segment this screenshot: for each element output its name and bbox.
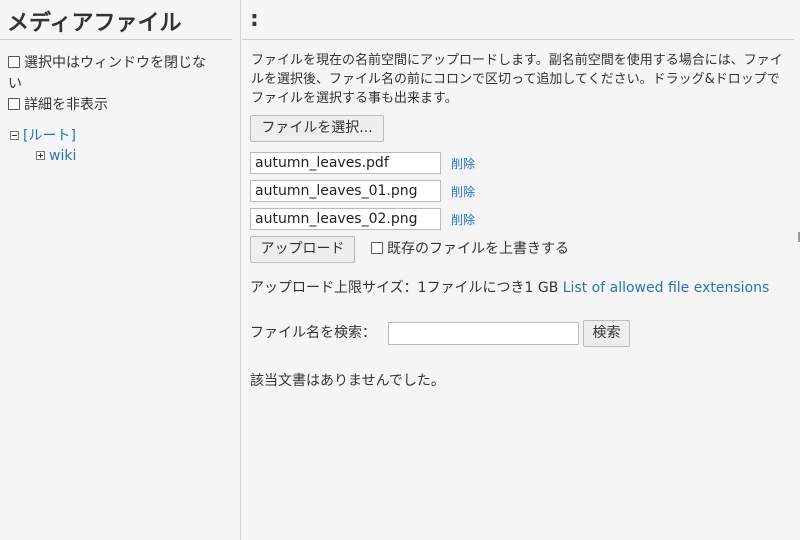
tree-item-wiki-link[interactable]: wiki (49, 148, 76, 164)
search-input[interactable] (388, 322, 579, 345)
search-button[interactable]: 検索 (583, 320, 630, 347)
no-results-text: 該当文書はありませんでした。 (250, 373, 445, 389)
tree-root-link[interactable]: [ルート] (23, 128, 76, 144)
close-window-label: 選択中はウィンドウを閉じな (24, 55, 206, 71)
overwrite-option[interactable]: 既存のファイルを上書きする (371, 240, 569, 258)
delete-file-link[interactable]: 削除 (451, 183, 475, 200)
overwrite-label: 既存のファイルを上書きする (387, 241, 569, 257)
file-name-field[interactable]: autumn_leaves_01.png (250, 180, 441, 202)
hide-details-label: 詳細を非表示 (24, 97, 108, 113)
upload-button[interactable]: アップロード (250, 236, 355, 263)
expand-icon[interactable] (36, 151, 45, 160)
close-window-label-cont: い (8, 76, 22, 92)
media-main-panel: : ファイルを現在の名前空間にアップロードします。副名前空間を使用する場合には、… (242, 0, 800, 540)
upload-instructions: ファイルを現在の名前空間にアップロードします。副名前空間を使用する場合には、ファ… (251, 53, 783, 106)
file-name-field[interactable]: autumn_leaves_02.png (250, 208, 441, 230)
choose-file-button[interactable]: ファイルを選択... (250, 115, 384, 142)
collapse-icon[interactable] (10, 131, 19, 140)
allowed-extensions-link[interactable]: List of allowed file extensions (563, 280, 770, 296)
delete-file-link[interactable]: 削除 (451, 155, 475, 172)
close-window-option[interactable]: 選択中はウィンドウを閉じな (8, 54, 206, 72)
file-name-field[interactable]: autumn_leaves.pdf (250, 152, 441, 174)
overwrite-checkbox[interactable] (371, 242, 383, 254)
media-sidebar: メディアファイル 選択中はウィンドウを閉じな い 詳細を非表示 [ルート] wi… (0, 0, 241, 540)
tree-item-wiki[interactable]: wiki (36, 147, 76, 165)
search-label: ファイル名を検索： (250, 325, 376, 341)
tree-root[interactable]: [ルート] (10, 127, 76, 145)
upload-limit-text: アップロード上限サイズ：1ファイルにつき1 GB (250, 280, 559, 296)
main-divider (242, 39, 794, 40)
namespace-title: : (250, 7, 259, 32)
hide-details-option[interactable]: 詳細を非表示 (8, 96, 108, 114)
upload-limit-row: アップロード上限サイズ：1ファイルにつき1 GB List of allowed… (250, 279, 769, 297)
sidebar-title: メディアファイル (7, 11, 182, 36)
delete-file-link[interactable]: 削除 (451, 211, 475, 228)
close-window-checkbox[interactable] (8, 56, 20, 68)
sidebar-divider (0, 39, 232, 40)
hide-details-checkbox[interactable] (8, 98, 20, 110)
